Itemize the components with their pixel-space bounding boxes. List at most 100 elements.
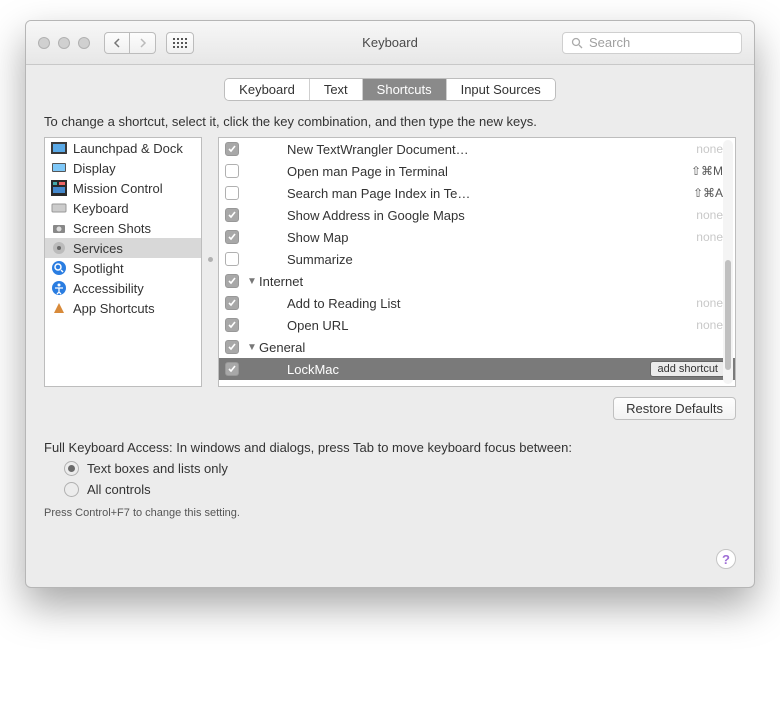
checkbox[interactable]: [225, 318, 239, 332]
minimize-icon[interactable]: [58, 37, 70, 49]
sidebar-item-services[interactable]: Services: [45, 238, 201, 258]
back-button[interactable]: [104, 32, 130, 54]
checkbox[interactable]: [225, 208, 239, 222]
radio-all-controls[interactable]: All controls: [64, 482, 736, 497]
sidebar-item-label: Services: [73, 241, 123, 256]
preferences-window: Keyboard Search Keyboard Text Shortcuts …: [25, 20, 755, 588]
sidebar-item-launchpad[interactable]: Launchpad & Dock: [45, 138, 201, 158]
checkbox[interactable]: [225, 362, 239, 376]
sidebar-item-label: Display: [73, 161, 116, 176]
shortcut-value: ⇧⌘M: [691, 164, 723, 178]
sidebar-item-label: Accessibility: [73, 281, 144, 296]
sidebar-item-accessibility[interactable]: Accessibility: [45, 278, 201, 298]
service-label: Show Address in Google Maps: [247, 208, 696, 223]
list-item[interactable]: Open man Page in Terminal ⇧⌘M: [219, 160, 735, 182]
sidebar-item-display[interactable]: Display: [45, 158, 201, 178]
titlebar: Keyboard Search: [26, 21, 754, 65]
service-label: Add to Reading List: [247, 296, 696, 311]
full-keyboard-access: Full Keyboard Access: In windows and dia…: [44, 440, 736, 519]
shortcut-value: ⇧⌘A: [693, 186, 723, 200]
sidebar-item-mission-control[interactable]: Mission Control: [45, 178, 201, 198]
launchpad-icon: [51, 140, 67, 156]
tab-input-sources[interactable]: Input Sources: [447, 79, 555, 100]
sidebar-item-keyboard[interactable]: Keyboard: [45, 198, 201, 218]
checkbox[interactable]: [225, 340, 239, 354]
radio-label: Text boxes and lists only: [87, 461, 228, 476]
sidebar-item-spotlight[interactable]: Spotlight: [45, 258, 201, 278]
checkbox[interactable]: [225, 230, 239, 244]
sidebar-item-label: Screen Shots: [73, 221, 151, 236]
list-item[interactable]: Show Map none: [219, 226, 735, 248]
close-icon[interactable]: [38, 37, 50, 49]
checkbox[interactable]: [225, 186, 239, 200]
scroll-thumb[interactable]: [725, 260, 731, 370]
screenshots-icon: [51, 220, 67, 236]
search-placeholder: Search: [589, 35, 630, 50]
tab-text[interactable]: Text: [310, 79, 363, 100]
instruction-text: To change a shortcut, select it, click t…: [44, 114, 736, 129]
shortcuts-list[interactable]: New TextWrangler Document… none Open man…: [218, 137, 736, 387]
checkbox[interactable]: [225, 142, 239, 156]
sidebar-item-label: Spotlight: [73, 261, 124, 276]
list-item[interactable]: New TextWrangler Document… none: [219, 138, 735, 160]
list-item[interactable]: Open URL none: [219, 314, 735, 336]
group-internet[interactable]: ▼ Internet: [219, 270, 735, 292]
add-shortcut-button[interactable]: add shortcut: [650, 361, 725, 377]
shortcut-value: none: [696, 142, 723, 156]
disclosure-triangle-icon[interactable]: ▼: [247, 276, 257, 287]
category-sidebar[interactable]: Launchpad & Dock Display Mission Control…: [44, 137, 202, 387]
list-item-lockmac[interactable]: LockMac add shortcut: [219, 358, 735, 380]
checkbox[interactable]: [225, 164, 239, 178]
radio-button[interactable]: [64, 482, 79, 497]
tab-shortcuts[interactable]: Shortcuts: [363, 79, 447, 100]
display-icon: [51, 160, 67, 176]
search-icon: [571, 37, 583, 49]
restore-defaults-button[interactable]: Restore Defaults: [613, 397, 736, 420]
group-label: General: [259, 340, 729, 355]
shortcut-value: none: [696, 230, 723, 244]
spotlight-icon: [51, 260, 67, 276]
checkbox[interactable]: [225, 252, 239, 266]
search-input[interactable]: Search: [562, 32, 742, 54]
service-label: Summarize: [247, 252, 729, 267]
list-item[interactable]: Search man Page Index in Te… ⇧⌘A: [219, 182, 735, 204]
list-item[interactable]: Summarize: [219, 248, 735, 270]
service-label: Open URL: [247, 318, 696, 333]
show-all-button[interactable]: [166, 32, 194, 54]
radio-text-boxes[interactable]: Text boxes and lists only: [64, 461, 736, 476]
radio-button[interactable]: [64, 461, 79, 476]
shortcut-value: none: [696, 296, 723, 310]
fka-hint: Press Control+F7 to change this setting.: [44, 507, 736, 519]
checkbox[interactable]: [225, 296, 239, 310]
services-icon: [51, 240, 67, 256]
scrollbar[interactable]: [723, 140, 733, 384]
app-shortcuts-icon: [51, 300, 67, 316]
service-label: LockMac: [247, 362, 650, 377]
help-button[interactable]: ?: [716, 549, 736, 569]
mission-control-icon: [51, 180, 67, 196]
sidebar-item-screenshots[interactable]: Screen Shots: [45, 218, 201, 238]
tab-bar: Keyboard Text Shortcuts Input Sources: [44, 79, 736, 100]
checkbox[interactable]: [225, 274, 239, 288]
list-item[interactable]: Add to Reading List none: [219, 292, 735, 314]
pane-resizer[interactable]: [208, 137, 212, 387]
sidebar-item-label: Keyboard: [73, 201, 129, 216]
group-general[interactable]: ▼ General: [219, 336, 735, 358]
service-label: New TextWrangler Document…: [247, 142, 696, 157]
forward-button[interactable]: [130, 32, 156, 54]
accessibility-icon: [51, 280, 67, 296]
sidebar-item-label: App Shortcuts: [73, 301, 155, 316]
fka-title: Full Keyboard Access: In windows and dia…: [44, 440, 736, 455]
zoom-icon[interactable]: [78, 37, 90, 49]
disclosure-triangle-icon[interactable]: ▼: [247, 342, 257, 353]
service-label: Show Map: [247, 230, 696, 245]
sidebar-item-app-shortcuts[interactable]: App Shortcuts: [45, 298, 201, 318]
content-area: Keyboard Text Shortcuts Input Sources To…: [26, 65, 754, 587]
sidebar-item-label: Launchpad & Dock: [73, 141, 183, 156]
shortcut-value: none: [696, 208, 723, 222]
sidebar-item-label: Mission Control: [73, 181, 163, 196]
nav-buttons: [104, 32, 156, 54]
list-item[interactable]: Show Address in Google Maps none: [219, 204, 735, 226]
shortcut-value: none: [696, 318, 723, 332]
tab-keyboard[interactable]: Keyboard: [225, 79, 310, 100]
